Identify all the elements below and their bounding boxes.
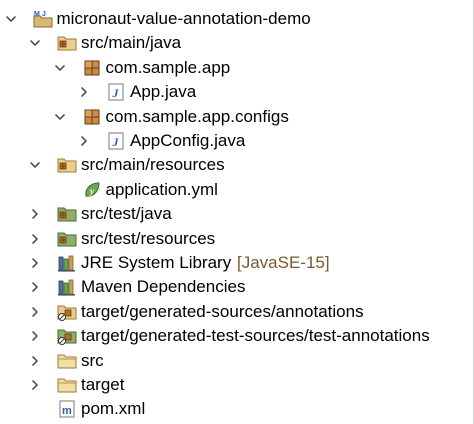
svg-text:m: m	[62, 405, 72, 417]
maven-pom-icon: m	[57, 399, 77, 419]
tree-item-label: AppConfig.java	[130, 131, 246, 150]
chevron-right-icon[interactable]	[28, 354, 42, 368]
generated-source-folder-icon	[57, 302, 77, 322]
chevron-down-icon[interactable]	[53, 61, 67, 75]
tree-item[interactable]: target/generated-test-sources/test-annot…	[0, 324, 473, 348]
tree-item[interactable]: com.sample.app.configs	[0, 105, 473, 129]
tree-item-label: src/test/resources	[81, 228, 216, 248]
tree-item[interactable]: src/main/resources	[0, 153, 473, 177]
source-folder-icon	[57, 155, 77, 175]
chevron-right-icon[interactable]	[28, 305, 42, 319]
generated-test-source-folder-icon	[57, 326, 77, 346]
tree-item-label: src/main/resources	[81, 155, 225, 175]
tree-item-label: Maven Dependencies	[81, 277, 246, 297]
project-explorer-tree: M Jmicronaut-value-annotation-demo src/mai…	[0, 0, 474, 424]
chevron-right-icon[interactable]	[28, 378, 42, 392]
test-source-folder-icon	[57, 204, 77, 224]
chevron-right-icon[interactable]	[77, 134, 91, 148]
tree-item-label: target/generated-test-sources/test-annot…	[81, 326, 430, 346]
chevron-right-icon[interactable]	[28, 329, 42, 343]
tree-item-label: target/generated-sources/annotations	[81, 301, 364, 321]
tree-item[interactable]: J AppConfig.java	[0, 129, 473, 153]
chevron-down-icon[interactable]	[53, 110, 67, 124]
folder-icon	[57, 375, 77, 395]
tree-item[interactable]: Maven Dependencies	[0, 275, 473, 299]
tree-item-label: com.sample.app	[105, 57, 231, 77]
tree-item-label: com.sample.app.configs	[105, 106, 289, 126]
yaml-file-icon: y	[82, 180, 102, 200]
tree-item-label: App.java	[130, 82, 197, 102]
tree-item[interactable]: J App.java	[0, 80, 473, 104]
tree-item[interactable]: src/main/java	[0, 31, 473, 55]
chevron-right-icon[interactable]	[28, 232, 42, 246]
tree-item[interactable]: com.sample.app	[0, 56, 473, 80]
tree-item-label: src	[81, 350, 104, 370]
package-icon	[82, 58, 102, 78]
chevron-right-icon[interactable]	[28, 256, 42, 270]
tree-item-decoration: [JavaSE-15]	[237, 253, 330, 272]
java-file-icon: J	[106, 131, 126, 151]
tree-item[interactable]: M Jmicronaut-value-annotation-demo	[0, 7, 473, 31]
chevron-down-icon[interactable]	[28, 36, 42, 50]
tree-item-label: src/main/java	[81, 33, 182, 53]
java-file-icon: J	[106, 82, 126, 102]
svg-text:J: J	[42, 11, 46, 18]
tree-item[interactable]: target/generated-sources/annotations	[0, 300, 473, 324]
library-icon	[57, 253, 77, 273]
tree-item[interactable]: y application.yml	[0, 178, 473, 202]
source-folder-icon	[57, 33, 77, 53]
tree-item-label: micronaut-value-annotation-demo	[56, 9, 311, 28]
tree-item[interactable]: JRE System Library [JavaSE-15]	[0, 251, 473, 275]
test-source-folder-icon	[57, 229, 77, 249]
tree-item[interactable]: m pom.xml	[0, 397, 473, 421]
tree-item-label: JRE System Library	[81, 253, 232, 272]
chevron-down-icon[interactable]	[28, 158, 42, 172]
chevron-right-icon[interactable]	[77, 85, 91, 99]
library-icon	[57, 277, 77, 297]
tree-item[interactable]: target	[0, 373, 473, 397]
tree-item[interactable]: src/test/resources	[0, 227, 473, 251]
maven-java-project-icon: MJ	[33, 9, 53, 29]
tree-item[interactable]: src	[0, 349, 473, 373]
tree-item-label: src/test/java	[81, 204, 172, 224]
svg-text:M: M	[34, 11, 40, 18]
package-icon	[82, 107, 102, 127]
chevron-down-icon[interactable]	[4, 12, 18, 26]
svg-text:J: J	[112, 86, 120, 100]
svg-text:J: J	[112, 135, 120, 149]
tree-item-label: application.yml	[105, 179, 218, 199]
tree-item[interactable]: src/test/java	[0, 202, 473, 226]
tree-item-label: pom.xml	[81, 399, 146, 419]
chevron-right-icon[interactable]	[28, 207, 42, 221]
chevron-right-icon[interactable]	[28, 280, 42, 294]
folder-icon	[57, 351, 77, 371]
tree-item-label: target	[81, 375, 125, 394]
